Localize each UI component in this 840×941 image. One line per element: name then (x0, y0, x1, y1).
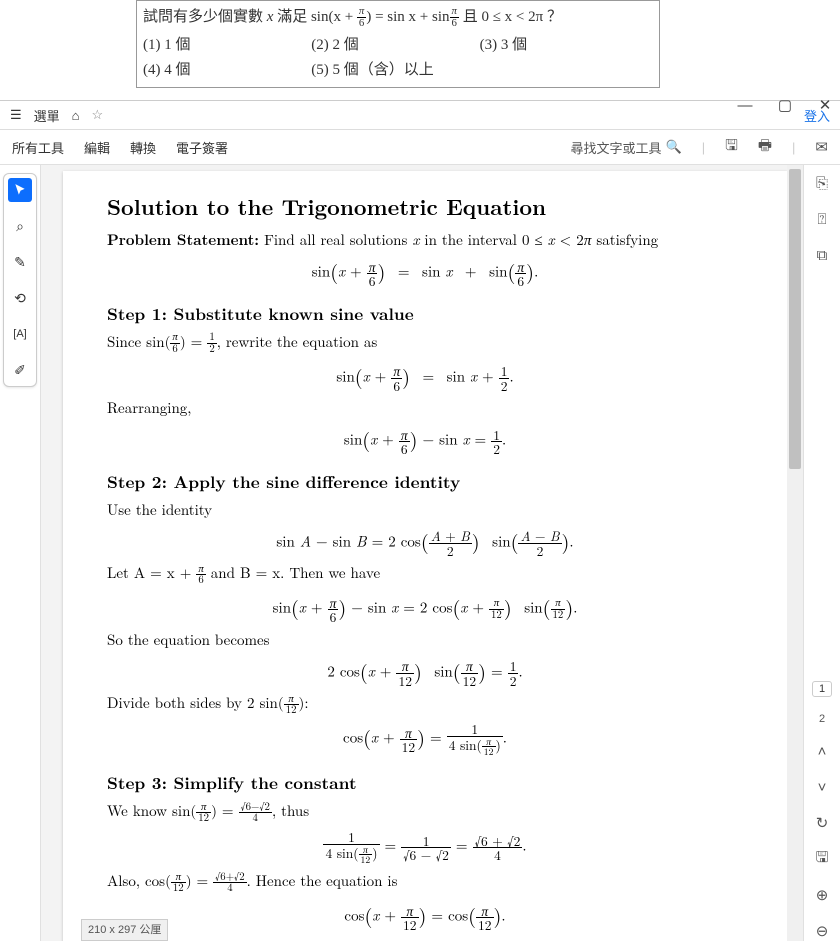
pdf-page: Solution to the Trigonometric Equation P… (63, 171, 787, 941)
separator: | (702, 140, 705, 155)
opt-1: (1) 1 個 (143, 31, 311, 56)
home-icon[interactable]: ⌂ (72, 108, 80, 123)
s2-p3: So the equation becomes (107, 630, 743, 650)
sign-button[interactable]: 電子簽署 (176, 138, 228, 157)
eq-s2-3: 2 cos(x + π12) sin(π12) = 12. (107, 656, 743, 687)
step3-heading: Step 3: Simplify the constant (107, 771, 743, 795)
save-page-icon[interactable]: 🖫 (812, 849, 832, 869)
eq-s1-1: sin(x + π6) = sin x + 12. (107, 361, 743, 392)
opt-5: (5) 5 個（含）以上 (311, 56, 479, 81)
s3-p1: We know sin(π12) = √6−√24, thus (107, 801, 743, 824)
close-button[interactable]: ✕ (816, 96, 834, 114)
minimize-button[interactable]: — (736, 96, 754, 114)
step2-heading: Step 2: Apply the sine difference identi… (107, 470, 743, 494)
status-bar: 210 x 297 公厘 (81, 919, 168, 941)
right-toolrail: ⎘ ⍰ ⧉ 1 2 ˄ ˅ ↻ 🖫 ⊕ ⊖ (803, 165, 840, 941)
s2-p2: Let A = x + π6 and B = x. Then we have (107, 563, 743, 586)
page-1-indicator[interactable]: 1 (812, 681, 832, 697)
ps-text: Find all real solutions x in the interva… (259, 229, 658, 250)
menubar: ☰ 選單 ⌂ ☆ 登入 (0, 101, 840, 130)
page-2-indicator[interactable]: 2 (819, 713, 825, 725)
left-toolrail: ⌕ ✎ ⟲ [A] ✐ (0, 165, 41, 941)
eq-s3-2: cos(x + π12) = cos(π12). (107, 900, 743, 931)
all-tools-button[interactable]: 所有工具 (12, 138, 64, 157)
textbox-tool[interactable]: [A] (8, 322, 32, 346)
separator: | (792, 140, 795, 155)
maximize-button[interactable]: ▢ (776, 96, 794, 114)
step1-heading: Step 1: Substitute known sine value (107, 302, 743, 326)
question-overlay: 試問有多少個實數 x 滿足 sin(x + π6) = sin x + sinπ… (136, 0, 660, 88)
opt-4: (4) 4 個 (143, 56, 311, 81)
highlight-tool[interactable]: ✎ (8, 250, 32, 274)
draw-tool[interactable]: ⟲ (8, 286, 32, 310)
copy-icon[interactable]: ⧉ (812, 245, 832, 265)
s2-p4: Divide both sides by 2 sin(π12): (107, 693, 743, 716)
search-icon: 🔍 (666, 139, 682, 155)
s2-p1: Use the identity (107, 500, 743, 520)
search-placeholder: 尋找文字或工具 (570, 138, 661, 157)
select-tool[interactable] (8, 178, 32, 202)
q-mid: 滿足 sin(x + (273, 9, 356, 25)
comment-tool[interactable]: ⌕ (8, 214, 32, 238)
opt-2: (2) 2 個 (311, 31, 479, 56)
share-icon[interactable]: ✉ (815, 138, 828, 156)
sign-tool[interactable]: ✐ (8, 358, 32, 382)
save-icon[interactable]: 🖫 (725, 135, 738, 160)
eq-s2-4: cos(x + π12) = 14 sin(π12). (107, 722, 743, 757)
s1-p2: Rearranging, (107, 398, 743, 418)
options: (1) 1 個 (2) 2 個 (3) 3 個 (4) 4 個 (5) 5 個（… (143, 31, 653, 81)
star-icon[interactable]: ☆ (92, 107, 104, 123)
edit-button[interactable]: 編輯 (84, 138, 110, 157)
eq-s3-1: 14 sin(π12) = 1√6 − √2 = √6 + √24. (107, 830, 743, 865)
scroll-thumb[interactable] (789, 169, 801, 469)
search-box[interactable]: 尋找文字或工具 🔍 (570, 138, 681, 157)
q-eq: ) = sin x + sin (366, 9, 449, 25)
opt-3: (3) 3 個 (480, 31, 648, 56)
menu-icon[interactable]: ☰ (10, 107, 22, 123)
page-up-button[interactable]: ˄ (812, 741, 832, 761)
document-viewport[interactable]: Solution to the Trigonometric Equation P… (41, 165, 803, 941)
s3-p2: Also, cos(π12) = √6+√24. Hence the equat… (107, 871, 743, 894)
toolbar: 所有工具 編輯 轉換 電子簽署 尋找文字或工具 🔍 | 🖫 🖶 | ✉ (0, 130, 840, 165)
zoom-out-icon[interactable]: ⊖ (812, 921, 832, 941)
eq-s1-2: sin(x + π6) − sin x = 12. (107, 424, 743, 455)
convert-button[interactable]: 轉換 (130, 138, 156, 157)
zoom-in-icon[interactable]: ⊕ (812, 885, 832, 905)
panel-icon[interactable]: ⎘ (812, 173, 832, 193)
print-icon[interactable]: 🖶 (758, 135, 772, 160)
refresh-icon[interactable]: ↻ (812, 813, 832, 833)
s1-p1: Since sin(π6) = 12, rewrite the equation… (107, 332, 743, 355)
bookmark-icon[interactable]: ⍰ (812, 209, 832, 229)
q-pre: 試問有多少個實數 (143, 9, 267, 25)
page-down-button[interactable]: ˅ (812, 777, 832, 797)
vertical-scrollbar[interactable] (787, 165, 803, 941)
eq-ps: sin(x + π6) = sin x + sin(π6). (107, 256, 743, 287)
page-title: Solution to the Trigonometric Equation (107, 191, 743, 222)
menu-label[interactable]: 選單 (34, 106, 60, 125)
eq-s2-1: sin A − sin B = 2 cos(A + B2) sin(A − B2… (107, 526, 743, 557)
eq-s2-2: sin(x + π6) − sin x = 2 cos(x + π12) sin… (107, 592, 743, 623)
q-cond: 且 0 ≤ x < 2π ？ (459, 9, 562, 25)
question-text: 試問有多少個實數 x 滿足 sin(x + π6) = sin x + sinπ… (143, 5, 653, 29)
ps-label: Problem Statement: (107, 229, 259, 250)
